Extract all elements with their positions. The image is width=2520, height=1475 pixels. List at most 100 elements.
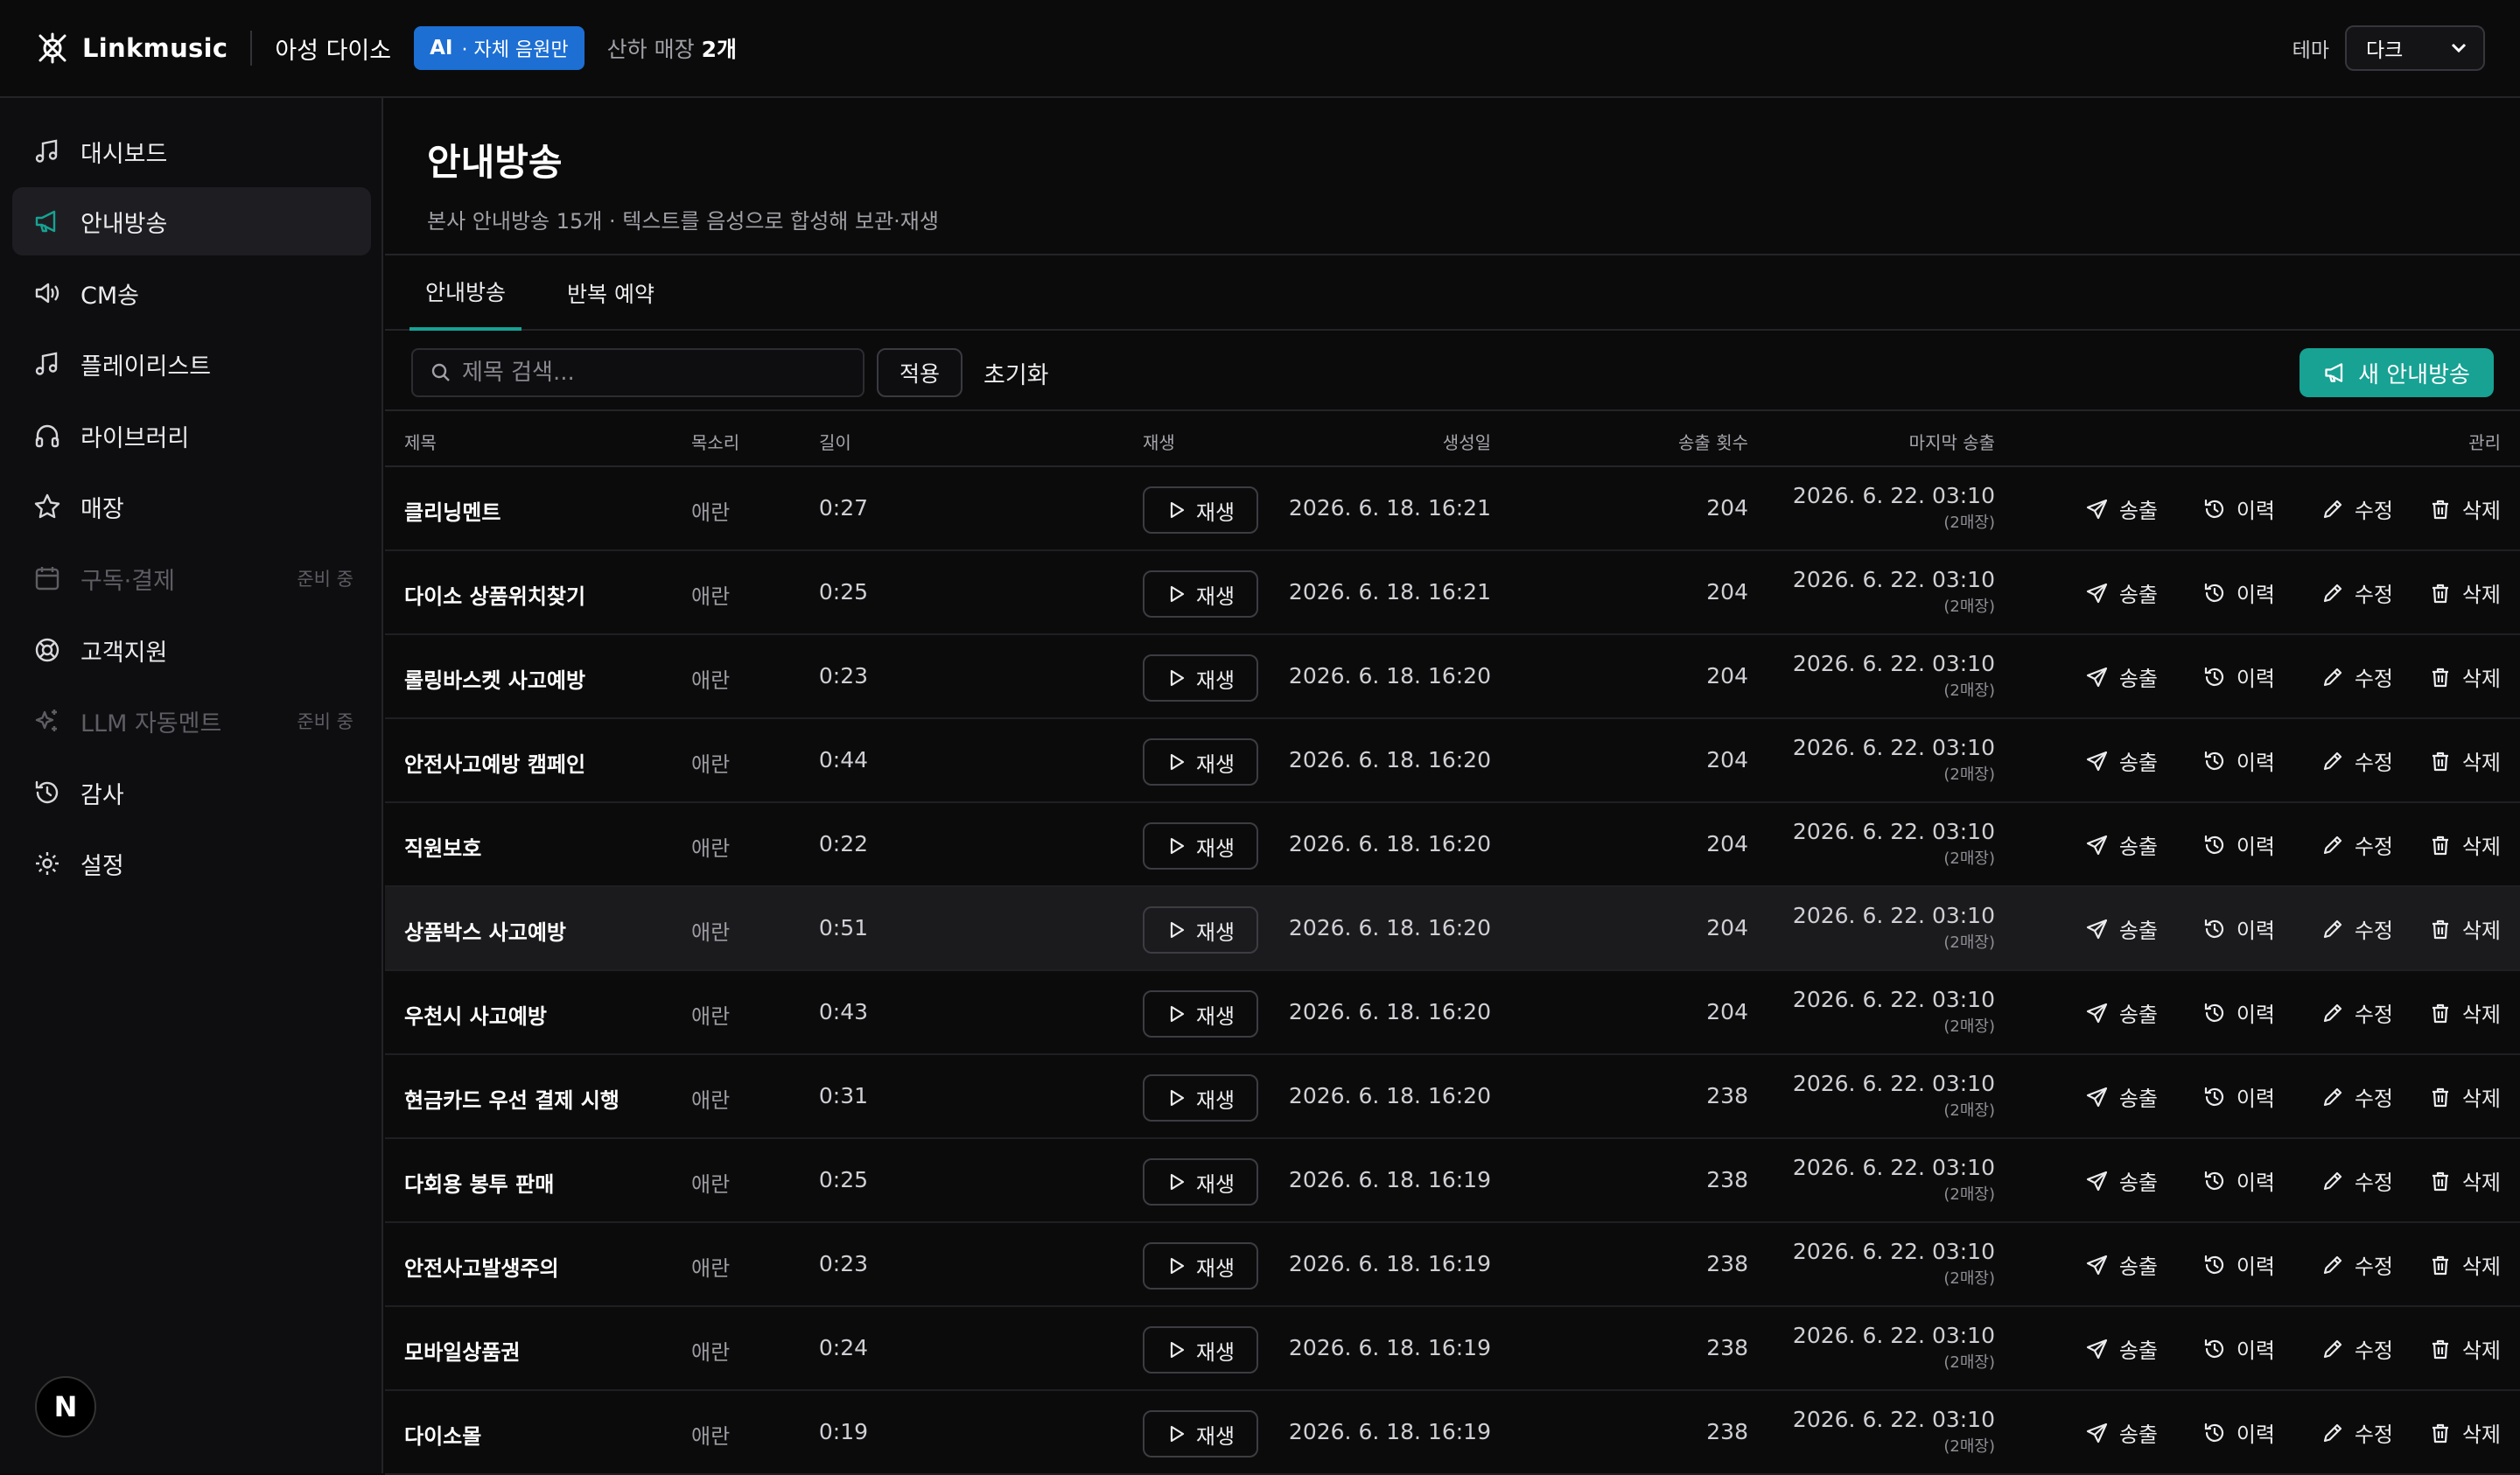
avatar[interactable]: N (35, 1376, 96, 1437)
broadcast-count: 238 (1706, 1335, 1748, 1360)
edit-button[interactable]: 수정 (2321, 913, 2393, 944)
table-row[interactable]: 클리닝멘트 애란 0:27 2026. 6. 18. 16:21 재생 204 2026. … (385, 467, 2520, 551)
created-date: 2026. 6. 18. 16:19 (1288, 1419, 1491, 1444)
delete-button[interactable]: 삭제 (2429, 745, 2501, 776)
edit-button[interactable]: 수정 (2321, 829, 2393, 860)
history-button[interactable]: 이력 (2203, 661, 2275, 692)
table-row[interactable]: 다이소몰 애란 0:19 2026. 6. 18. 16:19 재생 238 2026. 6… (385, 1391, 2520, 1475)
send-button[interactable]: 송출 (2086, 1249, 2158, 1280)
play-icon (1166, 584, 1186, 604)
play-button[interactable]: 재생 (1143, 1410, 1258, 1458)
history-button[interactable]: 이력 (2203, 1417, 2275, 1448)
edit-button[interactable]: 수정 (2321, 493, 2393, 524)
table-row[interactable]: 다이소 상품위치찾기 애란 0:25 2026. 6. 18. 16:21 재생 204 2… (385, 551, 2520, 635)
edit-button[interactable]: 수정 (2321, 1417, 2393, 1448)
table-row[interactable]: 직원보호 애란 0:22 2026. 6. 18. 16:20 재생 204 2026. 6… (385, 803, 2520, 887)
delete-button[interactable]: 삭제 (2429, 1165, 2501, 1196)
play-button[interactable]: 재생 (1143, 654, 1258, 702)
history-button[interactable]: 이력 (2203, 997, 2275, 1028)
sidebar-item-cm-song[interactable]: CM송 (12, 259, 371, 327)
play-button[interactable]: 재생 (1143, 738, 1258, 786)
play-button[interactable]: 재생 (1143, 570, 1258, 618)
sidebar-item-announcements[interactable]: 안내방송 (12, 187, 371, 255)
reset-button[interactable]: 초기화 (984, 348, 1049, 397)
history-button[interactable]: 이력 (2203, 1165, 2275, 1196)
edit-button[interactable]: 수정 (2321, 577, 2393, 608)
edit-button[interactable]: 수정 (2321, 1333, 2393, 1364)
play-button[interactable]: 재생 (1143, 990, 1258, 1038)
send-button[interactable]: 송출 (2086, 577, 2158, 608)
history-button[interactable]: 이력 (2203, 745, 2275, 776)
edit-button[interactable]: 수정 (2321, 1081, 2393, 1112)
logo[interactable]: Linkmusic (35, 31, 228, 66)
play-button[interactable]: 재생 (1143, 1074, 1258, 1122)
search-input[interactable] (462, 360, 847, 386)
send-button[interactable]: 송출 (2086, 997, 2158, 1028)
send-button[interactable]: 송출 (2086, 1333, 2158, 1364)
edit-button[interactable]: 수정 (2321, 1249, 2393, 1280)
play-button[interactable]: 재생 (1143, 1158, 1258, 1206)
tab-announcements[interactable]: 안내방송 (410, 255, 522, 331)
edit-button[interactable]: 수정 (2321, 1165, 2393, 1196)
apply-button[interactable]: 적용 (877, 348, 962, 397)
sidebar-item-support[interactable]: 고객지원 (12, 616, 371, 684)
sidebar-item-stores[interactable]: 매장 (12, 472, 371, 541)
delete-button[interactable]: 삭제 (2429, 577, 2501, 608)
play-button[interactable]: 재생 (1143, 822, 1258, 870)
delete-button[interactable]: 삭제 (2429, 1333, 2501, 1364)
table-row[interactable]: 상품박스 사고예방 애란 0:51 2026. 6. 18. 16:20 재생 204 20… (385, 887, 2520, 971)
sidebar-item-playlist[interactable]: 플레이리스트 (12, 330, 371, 398)
history-button[interactable]: 이력 (2203, 1333, 2275, 1364)
history-button[interactable]: 이력 (2203, 1081, 2275, 1112)
theme-select[interactable]: 다크 (2345, 25, 2485, 71)
table-row[interactable]: 롤링바스켓 사고예방 애란 0:23 2026. 6. 18. 16:20 재생 204 2… (385, 635, 2520, 719)
delete-button[interactable]: 삭제 (2429, 829, 2501, 860)
history-button[interactable]: 이력 (2203, 913, 2275, 944)
table-row[interactable]: 다회용 봉투 판매 애란 0:25 2026. 6. 18. 16:19 재생 238 20… (385, 1139, 2520, 1223)
delete-button[interactable]: 삭제 (2429, 997, 2501, 1028)
table-row[interactable]: 안전사고예방 캠페인 애란 0:44 2026. 6. 18. 16:20 재생 204 2… (385, 719, 2520, 803)
delete-button[interactable]: 삭제 (2429, 1249, 2501, 1280)
send-button[interactable]: 송출 (2086, 745, 2158, 776)
edit-button[interactable]: 수정 (2321, 661, 2393, 692)
edit-button[interactable]: 수정 (2321, 745, 2393, 776)
duration: 0:25 (818, 1167, 868, 1192)
play-button[interactable]: 재생 (1143, 906, 1258, 954)
play-button[interactable]: 재생 (1143, 1242, 1258, 1290)
play-button[interactable]: 재생 (1143, 486, 1258, 534)
history-button[interactable]: 이력 (2203, 493, 2275, 524)
send-button[interactable]: 송출 (2086, 913, 2158, 944)
tab-repeat-schedule[interactable]: 반복 예약 (567, 255, 654, 331)
edit-button[interactable]: 수정 (2321, 997, 2393, 1028)
table-row[interactable]: 모바일상품권 애란 0:24 2026. 6. 18. 16:19 재생 238 2026.… (385, 1307, 2520, 1391)
table-row[interactable]: 우천시 사고예방 애란 0:43 2026. 6. 18. 16:20 재생 204 202… (385, 971, 2520, 1055)
send-button[interactable]: 송출 (2086, 493, 2158, 524)
sidebar-item-audit[interactable]: 감사 (12, 758, 371, 827)
sidebar-item-library[interactable]: 라이브러리 (12, 402, 371, 470)
send-button[interactable]: 송출 (2086, 1081, 2158, 1112)
play-button[interactable]: 재생 (1143, 1326, 1258, 1374)
delete-button[interactable]: 삭제 (2429, 1417, 2501, 1448)
pencil-icon (2321, 834, 2344, 856)
history-button[interactable]: 이력 (2203, 829, 2275, 860)
send-button[interactable]: 송출 (2086, 661, 2158, 692)
delete-button[interactable]: 삭제 (2429, 493, 2501, 524)
send-button[interactable]: 송출 (2086, 1165, 2158, 1196)
sidebar-item-dashboard[interactable]: 대시보드 (12, 117, 371, 185)
table-row[interactable]: 안전사고발생주의 애란 0:23 2026. 6. 18. 16:19 재생 238 202… (385, 1223, 2520, 1307)
table-row[interactable]: 현금카드 우선 결제 시행 애란 0:31 2026. 6. 18. 16:20 재생 2… (385, 1055, 2520, 1139)
history-icon (2203, 1086, 2226, 1108)
delete-button[interactable]: 삭제 (2429, 1081, 2501, 1112)
sidebar-item-settings[interactable]: 설정 (12, 829, 371, 898)
delete-button[interactable]: 삭제 (2429, 913, 2501, 944)
history-button[interactable]: 이력 (2203, 1249, 2275, 1280)
history-icon (2203, 1170, 2226, 1192)
voice-name: 애란 (691, 1340, 731, 1365)
history-button[interactable]: 이력 (2203, 577, 2275, 608)
new-announcement-button[interactable]: 새 안내방송 (2300, 348, 2494, 397)
delete-button[interactable]: 삭제 (2429, 661, 2501, 692)
duration: 0:51 (818, 915, 868, 940)
send-button[interactable]: 송출 (2086, 829, 2158, 860)
pencil-icon (2321, 498, 2344, 521)
send-button[interactable]: 송출 (2086, 1417, 2158, 1448)
